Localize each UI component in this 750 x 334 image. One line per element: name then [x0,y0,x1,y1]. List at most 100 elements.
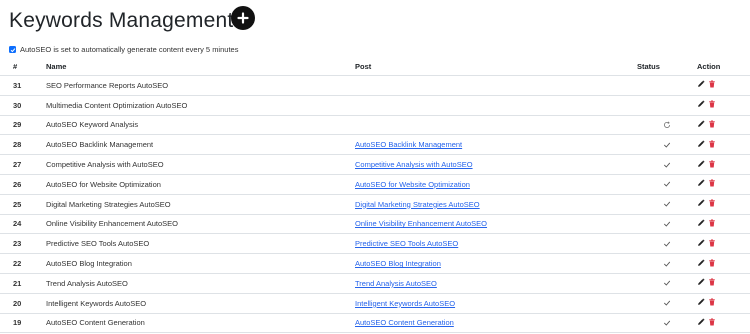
trash-icon[interactable] [708,278,716,286]
row-actions [697,318,716,326]
post-cell: Intelligent Keywords AutoSEO [355,293,637,314]
trash-icon[interactable] [708,239,716,247]
post-cell: AutoSEO for Website Optimization [355,174,637,195]
status-cell [637,154,697,175]
keyword-name: Predictive SEO Tools AutoSEO [46,233,355,255]
post-link[interactable]: AutoSEO Blog Integration [355,259,441,268]
table-row: 30 Multimedia Content Optimization AutoSE… [0,95,750,116]
post-cell: Digital Marketing Strategies AutoSEO [355,194,637,215]
action-cell [697,174,750,195]
pencil-icon[interactable] [697,179,705,187]
pencil-icon[interactable] [697,259,705,267]
post-cell [355,75,637,96]
post-cell: AutoSEO Content Generation [355,313,637,334]
pencil-icon[interactable] [697,100,705,108]
post-link[interactable]: Competitive Analysis with AutoSEO [355,160,473,169]
pencil-icon[interactable] [697,239,705,247]
trash-icon[interactable] [708,179,716,187]
table-header-row: # Name Post Status Action [0,57,750,76]
table-row: 22 AutoSEO Blog Integration AutoSEO Blog I… [0,253,750,274]
page-title: Keywords Management [9,9,234,32]
post-cell: Trend Analysis AutoSEO [355,273,637,294]
action-cell [697,273,750,294]
trash-icon[interactable] [708,160,716,168]
row-number: 30 [0,95,46,116]
row-number: 24 [0,214,46,235]
keyword-name: SEO Performance Reports AutoSEO [46,75,355,96]
check-icon [664,320,671,326]
row-actions [697,100,716,108]
row-number: 25 [0,194,46,215]
autoseo-setting: AutoSEO is set to automatically generate… [9,45,238,54]
post-cell: AutoSEO Blog Integration [355,253,637,274]
post-link[interactable]: Online Visibility Enhancement AutoSEO [355,219,487,228]
post-cell: AutoSEO Backlink Management [355,134,637,156]
row-actions [697,80,716,88]
trash-icon[interactable] [708,318,716,326]
post-link[interactable]: Digital Marketing Strategies AutoSEO [355,200,480,209]
checkmark-icon [10,47,15,52]
keyword-name: Digital Marketing Strategies AutoSEO [46,194,355,215]
action-cell [697,115,750,136]
autoseo-checkbox[interactable] [9,46,16,53]
autoseo-label: AutoSEO is set to automatically generate… [20,45,239,54]
keywords-table-body: 31 SEO Performance Reports AutoSEO 30 Multi… [0,75,750,334]
keywords-page: Keywords Management AutoSEO is set to au… [0,0,750,334]
column-header-name: Name [46,57,355,76]
trash-icon[interactable] [708,100,716,108]
table-row: 27 Competitive Analysis with AutoSEO Compe… [0,154,750,175]
row-actions [697,120,716,128]
check-icon [664,182,671,188]
pencil-icon[interactable] [697,160,705,168]
status-cell [637,95,697,116]
status-cell [637,75,697,96]
status-cell [637,214,697,235]
action-cell [697,134,750,156]
keywords-table: # Name Post Status Action 31 SEO Performa… [0,57,750,334]
status-cell [637,174,697,195]
post-cell [355,115,637,136]
action-cell [697,214,750,235]
trash-icon[interactable] [708,259,716,267]
row-number: 31 [0,75,46,96]
pencil-icon[interactable] [697,219,705,227]
pencil-icon[interactable] [697,199,705,207]
add-keyword-button[interactable] [231,6,255,30]
post-link[interactable]: AutoSEO Backlink Management [355,140,462,149]
action-cell [697,293,750,314]
trash-icon[interactable] [708,298,716,306]
row-actions [697,140,716,148]
status-cell [637,273,697,294]
row-number: 23 [0,233,46,255]
status-cell [637,253,697,274]
column-header-post: Post [355,57,637,76]
trash-icon[interactable] [708,120,716,128]
pencil-icon[interactable] [697,140,705,148]
row-number: 28 [0,134,46,156]
refresh-icon [664,121,670,128]
pencil-icon[interactable] [697,298,705,306]
post-link[interactable]: Intelligent Keywords AutoSEO [355,299,455,308]
keyword-name: AutoSEO Backlink Management [46,134,355,156]
check-icon [664,162,671,168]
post-link[interactable]: AutoSEO for Website Optimization [355,180,470,189]
column-header-number: # [0,57,46,76]
table-row: 28 AutoSEO Backlink Management AutoSEO Bac… [0,134,750,156]
trash-icon[interactable] [708,140,716,148]
pencil-icon[interactable] [697,318,705,326]
trash-icon[interactable] [708,199,716,207]
page-header: Keywords Management [9,6,233,36]
action-cell [697,75,750,96]
pencil-icon[interactable] [697,278,705,286]
pencil-icon[interactable] [697,120,705,128]
pencil-icon[interactable] [697,80,705,88]
post-link[interactable]: AutoSEO Content Generation [355,318,454,327]
keyword-name: Multimedia Content Optimization AutoSEO [46,95,355,116]
row-actions [697,298,716,306]
post-link[interactable]: Predictive SEO Tools AutoSEO [355,239,458,248]
post-link[interactable]: Trend Analysis AutoSEO [355,279,437,288]
column-header-action: Action [697,57,750,76]
trash-icon[interactable] [708,80,716,88]
row-number: 19 [0,313,46,334]
trash-icon[interactable] [708,219,716,227]
